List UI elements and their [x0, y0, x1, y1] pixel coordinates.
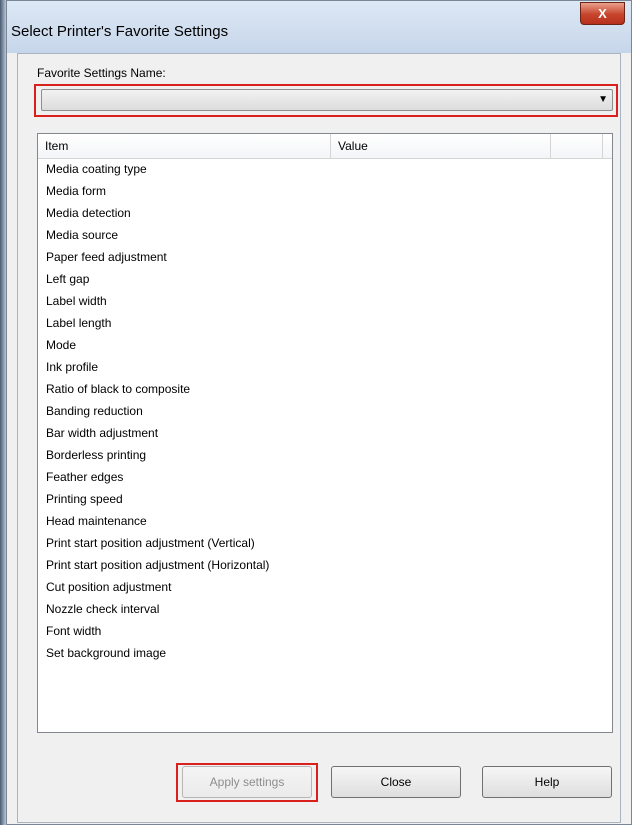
list-item[interactable]: Nozzle check interval: [38, 598, 159, 620]
list-item[interactable]: Printing speed: [38, 488, 123, 510]
list-item[interactable]: Label width: [38, 290, 107, 312]
list-item[interactable]: Label length: [38, 312, 111, 334]
favorite-settings-name-dropdown[interactable]: ▼: [41, 89, 613, 111]
list-item[interactable]: Head maintenance: [38, 510, 147, 532]
list-item[interactable]: Mode: [38, 334, 76, 356]
list-item[interactable]: Ink profile: [38, 356, 98, 378]
list-item[interactable]: Media coating type: [38, 158, 147, 180]
list-item[interactable]: Print start position adjustment (Vertica…: [38, 532, 255, 554]
window-title: Select Printer's Favorite Settings: [11, 23, 229, 40]
list-item[interactable]: Set background image: [38, 642, 166, 664]
list-item[interactable]: Paper feed adjustment: [38, 246, 167, 268]
list-item[interactable]: Banding reduction: [38, 400, 143, 422]
list-item[interactable]: Bar width adjustment: [38, 422, 158, 444]
close-icon: X: [598, 6, 607, 21]
list-item[interactable]: Font width: [38, 620, 101, 642]
list-item[interactable]: Left gap: [38, 268, 89, 290]
list-item[interactable]: Ratio of black to composite: [38, 378, 190, 400]
apply-settings-button[interactable]: Apply settings: [182, 766, 312, 798]
title-bar: Select Printer's Favorite Settings X: [7, 1, 631, 53]
help-button[interactable]: Help: [482, 766, 612, 798]
list-item[interactable]: Borderless printing: [38, 444, 146, 466]
dropdown-arrow-icon: ▼: [598, 94, 608, 105]
column-divider[interactable]: [550, 134, 551, 158]
column-header-value[interactable]: Value: [331, 134, 550, 158]
list-item[interactable]: Print start position adjustment (Horizon…: [38, 554, 269, 576]
list-item[interactable]: Feather edges: [38, 466, 123, 488]
favorite-settings-name-label: Favorite Settings Name:: [37, 66, 166, 80]
settings-list[interactable]: Item Value Media coating type Media form M…: [37, 133, 613, 733]
list-header: Item Value: [38, 134, 612, 159]
close-window-button[interactable]: X: [580, 2, 625, 25]
close-button[interactable]: Close: [331, 766, 461, 798]
list-item[interactable]: Media source: [38, 224, 118, 246]
list-item[interactable]: Cut position adjustment: [38, 576, 171, 598]
column-header-item[interactable]: Item: [38, 134, 330, 158]
list-item[interactable]: Media detection: [38, 202, 131, 224]
column-divider[interactable]: [602, 134, 603, 158]
dialog-window: Select Printer's Favorite Settings X Fav…: [6, 0, 632, 825]
list-item[interactable]: Media form: [38, 180, 106, 202]
